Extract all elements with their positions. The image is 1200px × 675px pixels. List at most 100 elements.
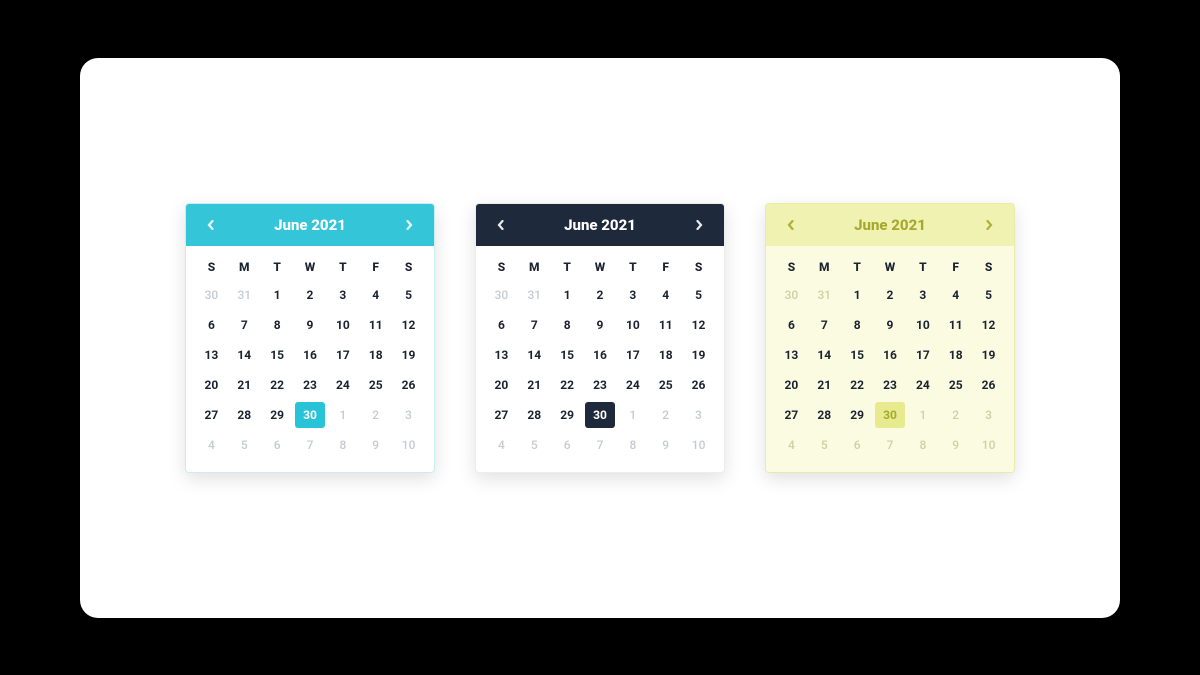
- day-cell-other-month[interactable]: 5: [519, 432, 550, 458]
- day-cell[interactable]: 2: [875, 282, 906, 308]
- day-cell[interactable]: 24: [327, 372, 358, 398]
- day-cell-other-month[interactable]: 3: [973, 402, 1004, 428]
- day-cell[interactable]: 10: [617, 312, 648, 338]
- day-cell[interactable]: 26: [683, 372, 714, 398]
- day-cell[interactable]: 9: [295, 312, 326, 338]
- day-cell-other-month[interactable]: 30: [196, 282, 227, 308]
- day-cell[interactable]: 7: [229, 312, 260, 338]
- day-cell[interactable]: 12: [683, 312, 714, 338]
- day-cell-other-month[interactable]: 1: [327, 402, 358, 428]
- day-cell[interactable]: 20: [196, 372, 227, 398]
- day-cell-other-month[interactable]: 6: [842, 432, 873, 458]
- day-cell-selected[interactable]: 30: [875, 402, 906, 428]
- day-cell[interactable]: 17: [617, 342, 648, 368]
- next-month-button[interactable]: [978, 214, 1000, 236]
- day-cell[interactable]: 2: [585, 282, 616, 308]
- day-cell[interactable]: 15: [842, 342, 873, 368]
- day-cell[interactable]: 24: [907, 372, 938, 398]
- day-cell-other-month[interactable]: 9: [360, 432, 391, 458]
- prev-month-button[interactable]: [780, 214, 802, 236]
- day-cell[interactable]: 13: [486, 342, 517, 368]
- day-cell[interactable]: 23: [875, 372, 906, 398]
- day-cell[interactable]: 13: [196, 342, 227, 368]
- next-month-button[interactable]: [398, 214, 420, 236]
- day-cell[interactable]: 1: [552, 282, 583, 308]
- day-cell-other-month[interactable]: 30: [776, 282, 807, 308]
- day-cell[interactable]: 10: [327, 312, 358, 338]
- day-cell-other-month[interactable]: 30: [486, 282, 517, 308]
- day-cell-other-month[interactable]: 8: [327, 432, 358, 458]
- day-cell-other-month[interactable]: 6: [262, 432, 293, 458]
- day-cell[interactable]: 16: [875, 342, 906, 368]
- day-cell[interactable]: 11: [360, 312, 391, 338]
- day-cell[interactable]: 14: [519, 342, 550, 368]
- day-cell-other-month[interactable]: 1: [907, 402, 938, 428]
- day-cell[interactable]: 21: [809, 372, 840, 398]
- day-cell-selected[interactable]: 30: [295, 402, 326, 428]
- day-cell[interactable]: 15: [262, 342, 293, 368]
- day-cell[interactable]: 11: [940, 312, 971, 338]
- day-cell[interactable]: 25: [360, 372, 391, 398]
- day-cell-other-month[interactable]: 2: [940, 402, 971, 428]
- day-cell[interactable]: 27: [486, 402, 517, 428]
- day-cell[interactable]: 15: [552, 342, 583, 368]
- day-cell[interactable]: 22: [262, 372, 293, 398]
- day-cell[interactable]: 3: [907, 282, 938, 308]
- day-cell[interactable]: 18: [360, 342, 391, 368]
- day-cell[interactable]: 24: [617, 372, 648, 398]
- day-cell-other-month[interactable]: 2: [360, 402, 391, 428]
- day-cell[interactable]: 9: [875, 312, 906, 338]
- day-cell[interactable]: 25: [940, 372, 971, 398]
- day-cell-other-month[interactable]: 7: [585, 432, 616, 458]
- day-cell[interactable]: 17: [907, 342, 938, 368]
- day-cell[interactable]: 18: [650, 342, 681, 368]
- day-cell-other-month[interactable]: 7: [875, 432, 906, 458]
- day-cell[interactable]: 27: [776, 402, 807, 428]
- day-cell[interactable]: 16: [295, 342, 326, 368]
- day-cell[interactable]: 29: [262, 402, 293, 428]
- day-cell[interactable]: 14: [229, 342, 260, 368]
- day-cell-other-month[interactable]: 1: [617, 402, 648, 428]
- day-cell[interactable]: 16: [585, 342, 616, 368]
- day-cell[interactable]: 12: [393, 312, 424, 338]
- day-cell-other-month[interactable]: 10: [393, 432, 424, 458]
- day-cell[interactable]: 26: [393, 372, 424, 398]
- day-cell[interactable]: 8: [552, 312, 583, 338]
- day-cell[interactable]: 12: [973, 312, 1004, 338]
- day-cell[interactable]: 22: [552, 372, 583, 398]
- day-cell[interactable]: 8: [842, 312, 873, 338]
- day-cell-other-month[interactable]: 6: [552, 432, 583, 458]
- day-cell[interactable]: 6: [196, 312, 227, 338]
- prev-month-button[interactable]: [490, 214, 512, 236]
- day-cell-other-month[interactable]: 9: [940, 432, 971, 458]
- day-cell[interactable]: 29: [842, 402, 873, 428]
- day-cell[interactable]: 5: [683, 282, 714, 308]
- day-cell[interactable]: 14: [809, 342, 840, 368]
- day-cell[interactable]: 23: [585, 372, 616, 398]
- day-cell-other-month[interactable]: 5: [229, 432, 260, 458]
- day-cell[interactable]: 8: [262, 312, 293, 338]
- day-cell-other-month[interactable]: 4: [196, 432, 227, 458]
- next-month-button[interactable]: [688, 214, 710, 236]
- day-cell[interactable]: 1: [842, 282, 873, 308]
- day-cell-other-month[interactable]: 8: [617, 432, 648, 458]
- day-cell[interactable]: 5: [393, 282, 424, 308]
- day-cell-other-month[interactable]: 31: [809, 282, 840, 308]
- day-cell[interactable]: 23: [295, 372, 326, 398]
- day-cell[interactable]: 7: [809, 312, 840, 338]
- day-cell[interactable]: 20: [776, 372, 807, 398]
- day-cell[interactable]: 11: [650, 312, 681, 338]
- day-cell[interactable]: 17: [327, 342, 358, 368]
- day-cell[interactable]: 19: [683, 342, 714, 368]
- day-cell[interactable]: 19: [393, 342, 424, 368]
- day-cell-other-month[interactable]: 4: [776, 432, 807, 458]
- day-cell[interactable]: 13: [776, 342, 807, 368]
- prev-month-button[interactable]: [200, 214, 222, 236]
- day-cell[interactable]: 20: [486, 372, 517, 398]
- day-cell-other-month[interactable]: 8: [907, 432, 938, 458]
- day-cell[interactable]: 6: [776, 312, 807, 338]
- day-cell[interactable]: 4: [360, 282, 391, 308]
- day-cell-other-month[interactable]: 3: [393, 402, 424, 428]
- day-cell[interactable]: 29: [552, 402, 583, 428]
- day-cell-other-month[interactable]: 5: [809, 432, 840, 458]
